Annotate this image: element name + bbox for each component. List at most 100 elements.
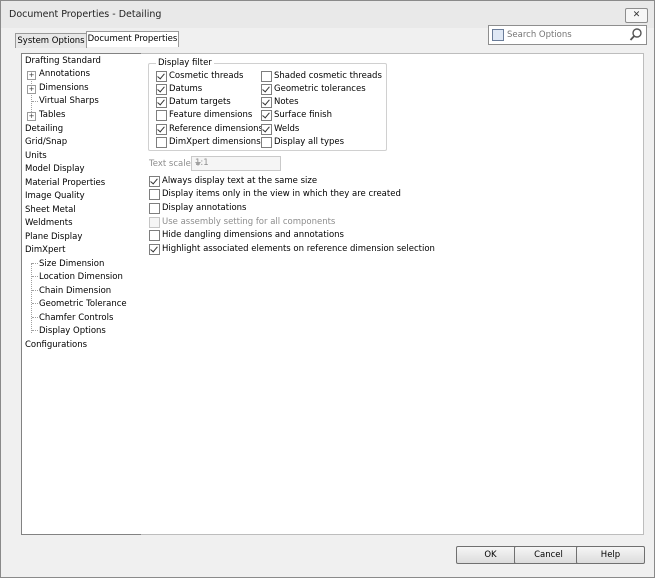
- tree-item-display-options[interactable]: Display Options: [39, 325, 106, 338]
- tree-item-label: Virtual Sharps: [39, 96, 99, 106]
- chevron-down-icon: [195, 162, 201, 166]
- tree-item-units[interactable]: Units: [25, 150, 47, 163]
- tree-item-label: Display Options: [39, 326, 106, 336]
- close-button[interactable]: ✕: [625, 8, 648, 23]
- search-input[interactable]: [507, 28, 625, 41]
- document-properties-dialog: Document Properties - Detailing ✕ System…: [0, 0, 655, 578]
- tree-item-virtual-sharps[interactable]: Virtual Sharps: [39, 95, 99, 108]
- checkbox-box[interactable]: [149, 230, 160, 241]
- tree-item-dimensions[interactable]: Dimensions: [39, 82, 89, 95]
- tree-item-drafting-standard[interactable]: Drafting Standard: [25, 55, 101, 68]
- checkbox-box[interactable]: [261, 137, 272, 148]
- checkbox-box[interactable]: [261, 84, 272, 95]
- tree-item-grid-snap[interactable]: Grid/Snap: [25, 136, 67, 149]
- tree-item-label: Grid/Snap: [25, 137, 68, 147]
- tree-connector: [31, 263, 32, 333]
- tree-connector: [32, 290, 38, 291]
- tree-item-label: Units: [25, 151, 47, 161]
- window-title: Document Properties - Detailing: [9, 9, 162, 20]
- help-button[interactable]: Help: [576, 546, 645, 564]
- tree-connector: [32, 263, 38, 264]
- checkbox-label: Highlight associated elements on referen…: [162, 244, 435, 254]
- tree-item-tables[interactable]: Tables: [39, 109, 65, 122]
- checkbox-label: Cosmetic threads: [169, 71, 244, 81]
- tree-item-chamfer-controls[interactable]: Chamfer Controls: [39, 312, 113, 325]
- tree-item-plane-display[interactable]: Plane Display: [25, 231, 82, 244]
- options-tree: Drafting Standard + Annotations + Dimens…: [21, 53, 142, 535]
- checkbox-box[interactable]: [156, 97, 167, 108]
- close-icon: ✕: [632, 10, 641, 20]
- tree-connector: [32, 330, 38, 331]
- text-scale-label: Text scale:: [149, 159, 194, 169]
- checkbox-label: Notes: [274, 97, 299, 107]
- checkbox-label: Datums: [169, 84, 203, 94]
- checkbox-box[interactable]: [156, 71, 167, 82]
- tree-connector: [32, 276, 38, 277]
- tree-item-sheet-metal[interactable]: Sheet Metal: [25, 204, 76, 217]
- expand-toggle-dimensions[interactable]: +: [27, 85, 36, 94]
- checkbox-box[interactable]: [261, 124, 272, 135]
- tab-system-options-label: System Options: [17, 36, 85, 46]
- search-options-box: [488, 25, 647, 45]
- checkbox-label: Display all types: [274, 137, 345, 147]
- checkbox-label: Geometric tolerances: [274, 84, 366, 94]
- tree-item-image-quality[interactable]: Image Quality: [25, 190, 85, 203]
- tree-item-weldments[interactable]: Weldments: [25, 217, 73, 230]
- checkbox-box[interactable]: [156, 124, 167, 135]
- tree-item-label: Chamfer Controls: [39, 313, 114, 323]
- checkbox-box[interactable]: [156, 137, 167, 148]
- tree-item-label: Location Dimension: [39, 272, 123, 282]
- tree-item-detailing[interactable]: Detailing: [25, 123, 63, 136]
- tree-item-label: Tables: [39, 110, 66, 120]
- tree-item-label: Detailing: [25, 124, 64, 134]
- tree-item-label: Chain Dimension: [39, 286, 112, 296]
- checkbox-label: Reference dimensions: [169, 124, 263, 134]
- tab-document-properties[interactable]: Document Properties: [86, 31, 179, 47]
- tree-item-geometric-tolerance[interactable]: Geometric Tolerance: [39, 298, 127, 311]
- checkbox-box[interactable]: [156, 110, 167, 121]
- checkbox-box[interactable]: [149, 244, 160, 255]
- checkbox-label: Hide dangling dimensions and annotations: [162, 230, 344, 240]
- checkbox-box[interactable]: [149, 203, 160, 214]
- checkbox-label: Always display text at the same size: [162, 176, 318, 186]
- tree-item-label: Annotations: [39, 69, 91, 79]
- tree-item-dimxpert[interactable]: DimXpert: [25, 244, 65, 257]
- checkbox-box: [149, 217, 160, 228]
- checkbox-label: Shaded cosmetic threads: [274, 71, 382, 81]
- tab-system-options[interactable]: System Options: [15, 33, 87, 48]
- tree-item-annotations[interactable]: Annotations: [39, 68, 90, 81]
- title-bar: Document Properties - Detailing ✕: [1, 1, 654, 28]
- expand-toggle-annotations[interactable]: +: [27, 71, 36, 80]
- checkbox-box[interactable]: [149, 189, 160, 200]
- checkbox-box[interactable]: [261, 71, 272, 82]
- tree-item-label: Weldments: [25, 218, 73, 228]
- tree-item-chain-dimension[interactable]: Chain Dimension: [39, 285, 111, 298]
- expand-toggle-tables[interactable]: +: [27, 112, 36, 121]
- checkbox-box[interactable]: [261, 110, 272, 121]
- checkbox-label: Surface finish: [274, 110, 333, 120]
- checkbox-box[interactable]: [149, 176, 160, 187]
- tree-connector: [32, 317, 38, 318]
- tree-item-size-dimension[interactable]: Size Dimension: [39, 258, 104, 271]
- tree-item-location-dimension[interactable]: Location Dimension: [39, 271, 123, 284]
- checkbox-label: Datum targets: [169, 97, 231, 107]
- checkbox-box[interactable]: [261, 97, 272, 108]
- tree-item-label: Dimensions: [39, 83, 89, 93]
- tree-item-label: Model Display: [25, 164, 85, 174]
- checkbox-label: Feature dimensions: [169, 110, 253, 120]
- cancel-button[interactable]: Cancel: [514, 546, 583, 564]
- checkbox-box[interactable]: [156, 84, 167, 95]
- tree-item-label: Material Properties: [25, 178, 106, 188]
- tree-item-label: Plane Display: [25, 232, 83, 242]
- display-filter-title: Display filter: [156, 58, 214, 68]
- magnifier-icon[interactable]: [628, 27, 644, 43]
- tree-connector: [32, 101, 38, 102]
- tree-item-label: DimXpert: [25, 245, 66, 255]
- tree-item-material-properties[interactable]: Material Properties: [25, 177, 105, 190]
- tree-item-label: Geometric Tolerance: [39, 299, 127, 309]
- options-list-icon[interactable]: [492, 29, 504, 41]
- tree-item-model-display[interactable]: Model Display: [25, 163, 85, 176]
- text-scale-select[interactable]: 1:1: [191, 156, 281, 171]
- tree-item-label: Size Dimension: [39, 259, 105, 269]
- tree-item-configurations[interactable]: Configurations: [25, 339, 87, 352]
